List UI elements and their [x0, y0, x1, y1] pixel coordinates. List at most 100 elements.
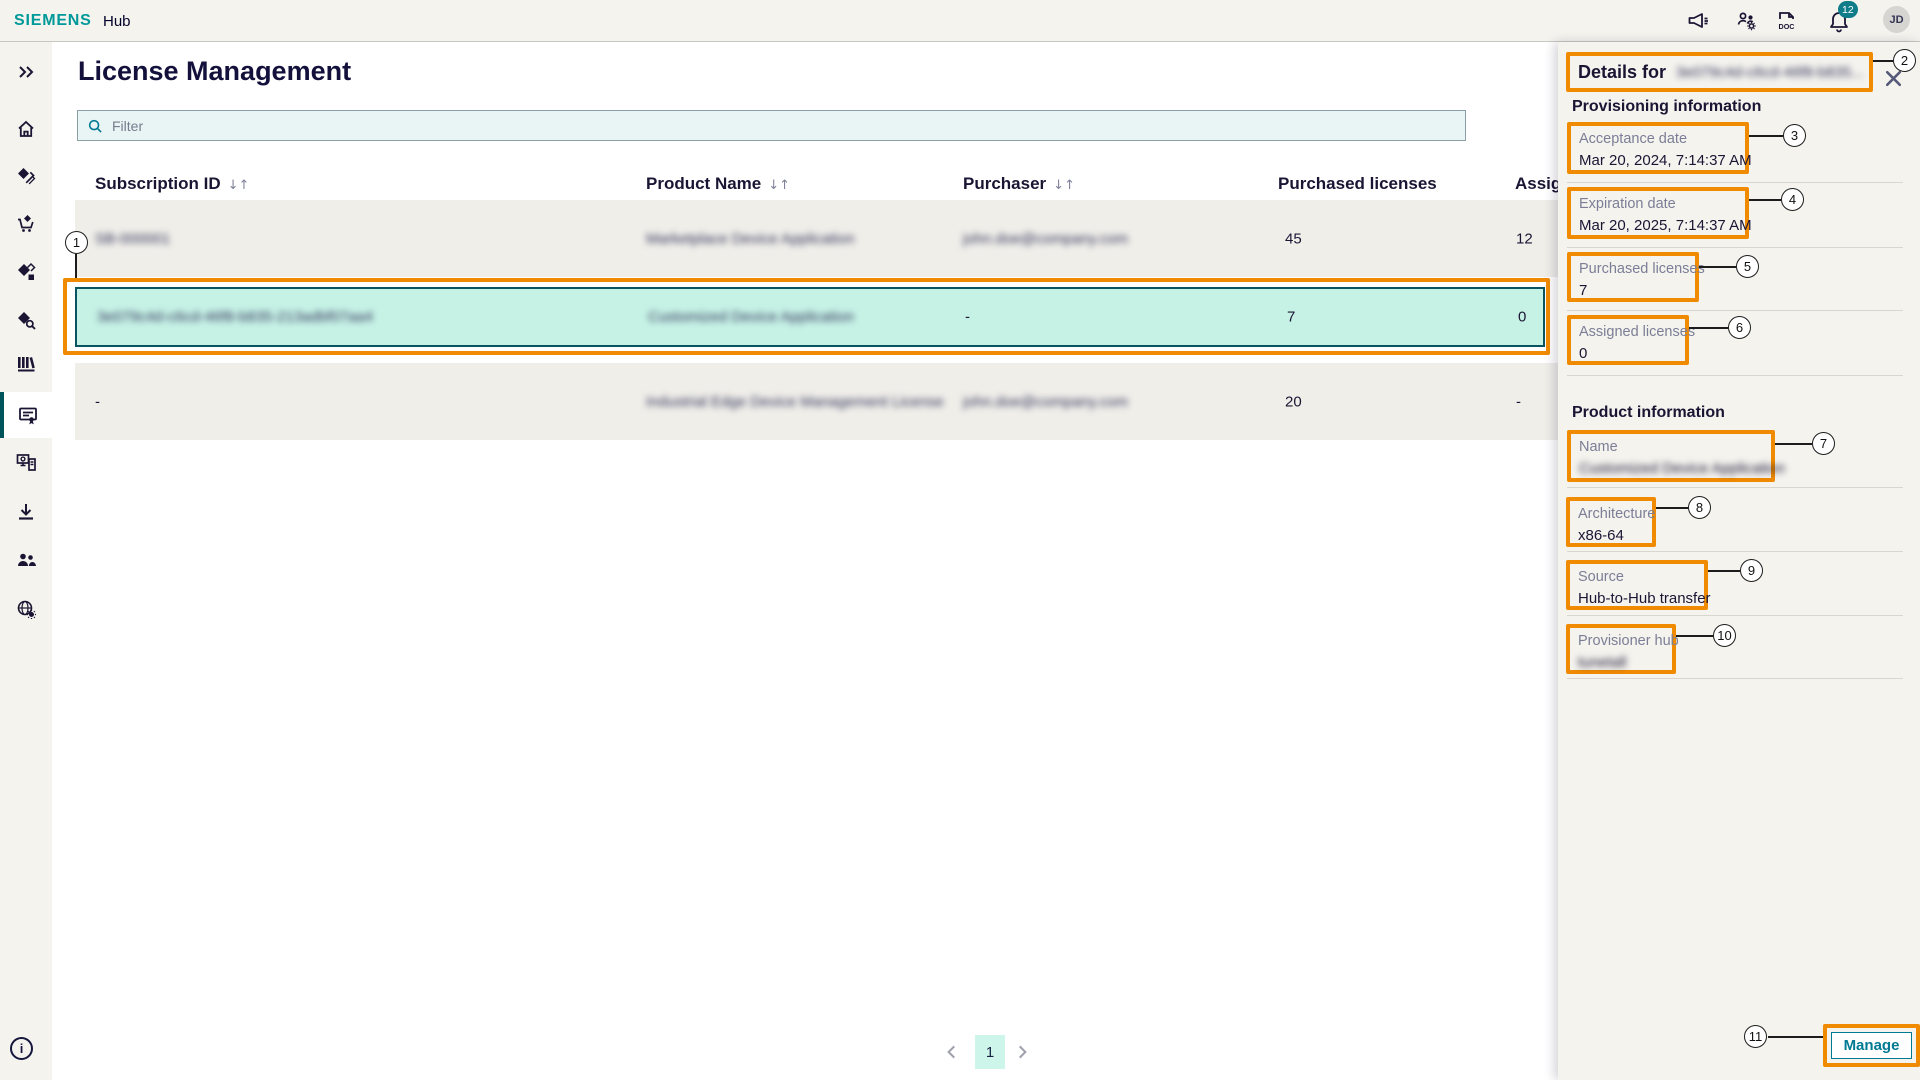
field-label: Purchased licenses: [1579, 261, 1687, 277]
announcements-icon[interactable]: [1686, 9, 1710, 33]
sidebar-item-marketplace[interactable]: [0, 204, 52, 244]
sidebar-item-ecosystem[interactable]: [0, 589, 52, 629]
details-panel-title: Details for: [1578, 62, 1666, 83]
section-heading-product: Product information: [1572, 404, 1725, 422]
sidebar-expand-icon[interactable]: [0, 52, 52, 92]
sidebar: i: [0, 42, 52, 1080]
callout-6-line: [1689, 327, 1728, 329]
filter-input[interactable]: [112, 118, 1456, 134]
field-provisioner-hub: Provisioner hub tunetall: [1566, 624, 1676, 674]
cell-purchased-licenses: 20: [1285, 393, 1302, 410]
field-label: Name: [1579, 439, 1763, 455]
callout-10: 10: [1713, 624, 1736, 647]
field-value: Mar 20, 2024, 7:14:37 AM: [1579, 152, 1737, 169]
callout-7-line: [1775, 443, 1812, 445]
field-value: 0: [1579, 345, 1677, 362]
callout-11: 11: [1744, 1025, 1767, 1048]
cell-purchased-licenses: 45: [1285, 230, 1302, 247]
manage-button[interactable]: Manage: [1831, 1032, 1912, 1059]
field-label: Expiration date: [1579, 196, 1737, 212]
field-acceptance-date: Acceptance date Mar 20, 2024, 7:14:37 AM: [1567, 122, 1749, 174]
callout-1: 1: [65, 231, 88, 254]
callout-11-line: [1768, 1036, 1823, 1038]
field-source: Source Hub-to-Hub transfer: [1566, 560, 1708, 610]
cell-product-name: Customized Device Application: [648, 309, 854, 326]
callout-9-line: [1708, 570, 1740, 572]
callout-2: 2: [1893, 49, 1916, 72]
filter-field: [77, 110, 1466, 141]
cell-subscription-id: 3e079c4d-c6cd-46f8-b835-213adbf07aa4: [97, 309, 373, 326]
sidebar-item-home[interactable]: [0, 109, 52, 149]
callout-4-line: [1749, 199, 1781, 201]
callout-2-line: [1873, 60, 1893, 62]
cell-product-name: Industrial Edge Device Management Licens…: [646, 393, 944, 410]
annotation-box-panel-title: Details for 3e079c4d-c6cd-46f8-b835...: [1566, 52, 1873, 92]
cell-purchaser: john.doe@company.com: [963, 393, 1128, 410]
field-label: Provisioner hub: [1578, 633, 1664, 649]
field-expiration-date: Expiration date Mar 20, 2025, 7:14:37 AM: [1567, 187, 1749, 239]
column-header-purchased-licenses: Purchased licenses: [1278, 174, 1437, 194]
field-architecture: Architecture x86-64: [1566, 497, 1656, 547]
field-value: 7: [1579, 282, 1687, 299]
search-icon: [87, 118, 103, 134]
pagination-next-icon[interactable]: [1013, 1043, 1031, 1061]
field-label: Assigned licenses: [1579, 324, 1677, 340]
details-subscription-id: 3e079c4d-c6cd-46f8-b835...: [1676, 64, 1864, 81]
user-avatar[interactable]: JD: [1883, 6, 1910, 33]
table-row[interactable]: SB-000001 Marketplace Device Application…: [75, 200, 1558, 277]
annotation-box-manage: Manage: [1823, 1024, 1920, 1067]
divider: [1567, 182, 1903, 183]
application-window: SIEMENS Hub DOC 12 JD: [0, 0, 1920, 1080]
table-row-selected[interactable]: 3e079c4d-c6cd-46f8-b835-213adbf07aa4 Cus…: [75, 287, 1545, 347]
pagination-current-page[interactable]: 1: [975, 1035, 1005, 1069]
column-header-subscription-id[interactable]: Subscription ID↓↑: [95, 174, 249, 194]
documentation-icon[interactable]: DOC: [1774, 9, 1798, 33]
field-label: Acceptance date: [1579, 131, 1737, 147]
callout-8: 8: [1688, 496, 1711, 519]
field-label: Source: [1578, 569, 1696, 585]
callout-1-line: [75, 254, 77, 278]
cell-purchaser: -: [965, 309, 970, 326]
sidebar-item-device-management[interactable]: [0, 442, 52, 482]
info-icon[interactable]: i: [10, 1037, 33, 1060]
field-value: x86-64: [1578, 527, 1644, 544]
cell-assigned-licenses: 12: [1516, 230, 1533, 247]
sort-arrows-icon[interactable]: ↓↑: [1053, 178, 1075, 193]
cell-purchased-licenses: 7: [1287, 309, 1295, 326]
field-value: Mar 20, 2025, 7:14:37 AM: [1579, 217, 1737, 234]
siemens-logo: SIEMENS: [14, 12, 92, 30]
cell-subscription-id: SB-000001: [95, 230, 170, 247]
callout-7: 7: [1812, 432, 1835, 455]
sidebar-item-app-discovery[interactable]: [0, 300, 52, 340]
sort-arrows-icon[interactable]: ↓↑: [228, 178, 250, 193]
sidebar-item-license-management[interactable]: [0, 392, 52, 438]
column-header-product-name[interactable]: Product Name↓↑: [646, 174, 790, 194]
callout-10-line: [1676, 635, 1713, 637]
callout-4: 4: [1781, 188, 1804, 211]
pagination-previous-icon[interactable]: [943, 1043, 961, 1061]
sidebar-item-downloads[interactable]: [0, 492, 52, 532]
field-value: Hub-to-Hub transfer: [1578, 590, 1696, 607]
sort-arrows-icon[interactable]: ↓↑: [768, 178, 790, 193]
table-row[interactable]: - Industrial Edge Device Management Lice…: [75, 363, 1558, 440]
sidebar-item-applications[interactable]: [0, 156, 52, 196]
divider: [1567, 310, 1903, 311]
page-title: License Management: [78, 56, 351, 87]
cell-purchaser: john.doe@company.com: [963, 230, 1128, 247]
field-product-name: Name Customized Device Application: [1567, 430, 1775, 482]
sidebar-item-catalog[interactable]: [0, 344, 52, 384]
callout-5-line: [1699, 266, 1736, 268]
details-panel: Details for 3e079c4d-c6cd-46f8-b835... 2…: [1558, 42, 1920, 1080]
column-header-purchaser[interactable]: Purchaser↓↑: [963, 174, 1075, 194]
cell-assigned-licenses: 0: [1518, 309, 1526, 326]
user-collaboration-icon[interactable]: [1735, 9, 1759, 33]
field-value: Customized Device Application: [1579, 460, 1763, 477]
sidebar-item-users[interactable]: [0, 540, 52, 580]
field-purchased-licenses: Purchased licenses 7: [1567, 252, 1699, 302]
top-bar: SIEMENS Hub DOC 12 JD: [0, 0, 1920, 42]
section-heading-provisioning: Provisioning information: [1572, 98, 1761, 116]
cell-subscription-id: -: [95, 393, 100, 410]
divider: [1567, 615, 1903, 616]
callout-3: 3: [1783, 124, 1806, 147]
sidebar-item-app-projects[interactable]: [0, 252, 52, 292]
